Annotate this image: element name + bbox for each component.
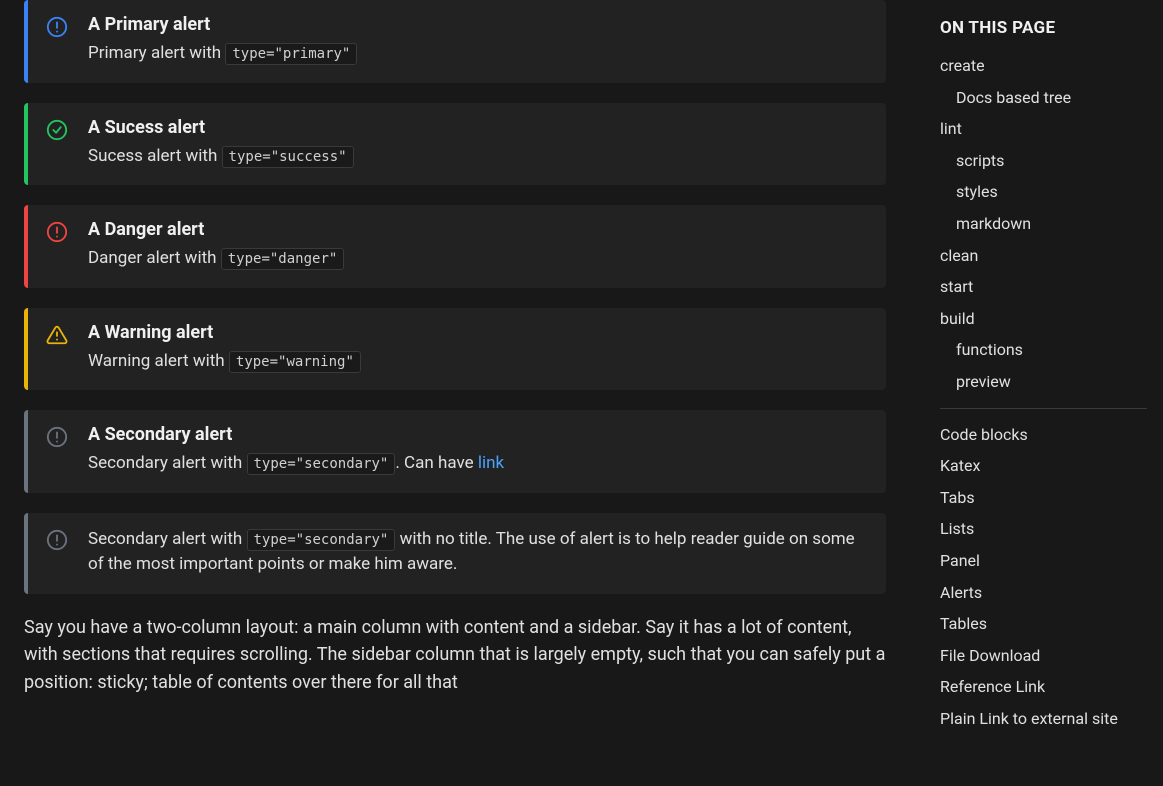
toc-group: createDocs based treelintscriptsstylesma…: [940, 50, 1147, 398]
toc-item: clean: [940, 240, 1147, 272]
alert-desc-prefix: Danger alert with: [88, 248, 221, 268]
alert-success: A Sucess alert Sucess alert with type="su…: [24, 103, 886, 186]
alert-primary: A Primary alert Primary alert with type="…: [24, 0, 886, 83]
toc-item: scripts: [940, 145, 1147, 177]
alert-body: A Warning alert Warning alert with type="…: [88, 322, 866, 375]
alert-code: type="primary": [225, 43, 357, 65]
on-this-page-sidebar: ON THIS PAGE createDocs based treelintsc…: [910, 0, 1163, 786]
alert-secondary: A Secondary alert Secondary alert with ty…: [24, 410, 886, 493]
toc-item: Code blocks: [940, 419, 1147, 451]
toc-link[interactable]: create: [940, 50, 1147, 82]
alert-code: type="danger": [221, 248, 345, 270]
alert-title: A Secondary alert: [88, 424, 866, 445]
toc-item: Docs based tree: [940, 82, 1147, 114]
alert-desc-prefix: Primary alert with: [88, 43, 225, 63]
toc-link[interactable]: Panel: [940, 545, 1147, 577]
toc-link[interactable]: Tabs: [940, 482, 1147, 514]
toc-link[interactable]: Code blocks: [940, 419, 1147, 451]
alert-description: Primary alert with type="primary": [88, 41, 866, 67]
alert-title: A Primary alert: [88, 14, 866, 35]
toc-link[interactable]: clean: [940, 240, 1147, 272]
alert-danger: A Danger alert Danger alert with type="da…: [24, 205, 886, 288]
toc-item: create: [940, 50, 1147, 82]
toc-link[interactable]: build: [940, 303, 1147, 335]
toc-item: styles: [940, 176, 1147, 208]
toc-link[interactable]: preview: [940, 366, 1147, 398]
alert-body: A Primary alert Primary alert with type="…: [88, 14, 866, 67]
toc-item: Tables: [940, 608, 1147, 640]
toc-link[interactable]: markdown: [940, 208, 1147, 240]
alert-triangle-icon: [46, 324, 68, 346]
toc-item: Reference Link: [940, 671, 1147, 703]
toc-link[interactable]: Plain Link to external site: [940, 703, 1147, 735]
alert-description: Secondary alert with type="secondary". C…: [88, 451, 866, 477]
alert-title: A Danger alert: [88, 219, 866, 240]
toc-link[interactable]: Reference Link: [940, 671, 1147, 703]
toc-item: start: [940, 271, 1147, 303]
toc-link[interactable]: Tables: [940, 608, 1147, 640]
toc-separator: [940, 408, 1147, 409]
alert-description: Secondary alert with type="secondary" wi…: [88, 527, 866, 578]
alert-desc-prefix: Secondary alert with: [88, 529, 247, 549]
info-circle-icon: [46, 529, 68, 551]
main-content: A Primary alert Primary alert with type="…: [0, 0, 910, 786]
toc-item: File Download: [940, 640, 1147, 672]
alert-description: Sucess alert with type="success": [88, 144, 866, 170]
toc-item: preview: [940, 366, 1147, 398]
toc-item: Katex: [940, 450, 1147, 482]
toc-link[interactable]: styles: [940, 176, 1147, 208]
toc-link[interactable]: File Download: [940, 640, 1147, 672]
alert-code: type="secondary": [247, 529, 396, 551]
alert-title: A Warning alert: [88, 322, 866, 343]
toc-link[interactable]: Docs based tree: [940, 82, 1147, 114]
body-paragraph: Say you have a two-column layout: a main…: [24, 614, 886, 698]
alert-body: A Danger alert Danger alert with type="da…: [88, 219, 866, 272]
toc-link[interactable]: scripts: [940, 145, 1147, 177]
toc-link[interactable]: Katex: [940, 450, 1147, 482]
alert-desc-prefix: Warning alert with: [88, 351, 229, 371]
toc-item: build: [940, 303, 1147, 335]
alert-warning: A Warning alert Warning alert with type="…: [24, 308, 886, 391]
alert-circle-icon: [46, 221, 68, 243]
alert-code: type="warning": [229, 351, 361, 373]
toc-item: Lists: [940, 513, 1147, 545]
alert-description: Danger alert with type="danger": [88, 246, 866, 272]
alert-body: A Sucess alert Sucess alert with type="su…: [88, 117, 866, 170]
alert-code: type="secondary": [247, 453, 396, 475]
alert-desc-prefix: Secondary alert with: [88, 453, 247, 473]
info-circle-icon: [46, 16, 68, 38]
alert-secondary: Secondary alert with type="secondary" wi…: [24, 513, 886, 594]
alert-code: type="success": [222, 146, 354, 168]
toc-item: Alerts: [940, 577, 1147, 609]
info-circle-icon: [46, 426, 68, 448]
toc-heading: ON THIS PAGE: [940, 18, 1147, 38]
toc-item: Panel: [940, 545, 1147, 577]
toc-item: Tabs: [940, 482, 1147, 514]
check-circle-icon: [46, 119, 68, 141]
alert-desc-prefix: Sucess alert with: [88, 146, 222, 166]
alert-body: A Secondary alert Secondary alert with ty…: [88, 424, 866, 477]
alert-description: Warning alert with type="warning": [88, 349, 866, 375]
alerts-list: A Primary alert Primary alert with type="…: [24, 0, 886, 594]
toc-link[interactable]: lint: [940, 113, 1147, 145]
toc-group: Code blocksKatexTabsListsPanelAlertsTabl…: [940, 419, 1147, 735]
alert-inline-link[interactable]: link: [478, 453, 504, 473]
toc-link[interactable]: Alerts: [940, 577, 1147, 609]
alert-body: Secondary alert with type="secondary" wi…: [88, 527, 866, 578]
toc-item: lint: [940, 113, 1147, 145]
toc-link[interactable]: Lists: [940, 513, 1147, 545]
toc-item: Plain Link to external site: [940, 703, 1147, 735]
alert-title: A Sucess alert: [88, 117, 866, 138]
toc-link[interactable]: start: [940, 271, 1147, 303]
toc-nav: createDocs based treelintscriptsstylesma…: [940, 50, 1147, 734]
toc-item: functions: [940, 334, 1147, 366]
alert-desc-suffix: . Can have: [395, 453, 477, 473]
toc-item: markdown: [940, 208, 1147, 240]
toc-link[interactable]: functions: [940, 334, 1147, 366]
